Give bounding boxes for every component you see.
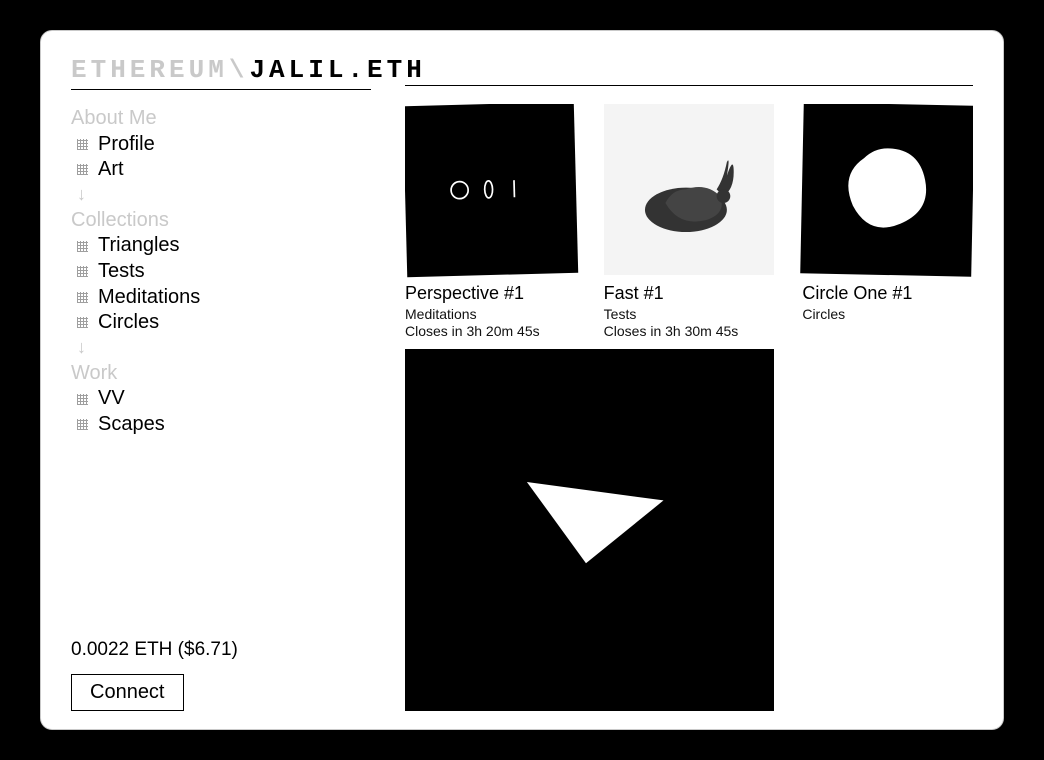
sidebar-item-label: Tests [98,259,145,285]
bullet-icon [77,241,88,252]
sidebar-item-label: Art [98,157,124,183]
sidebar-item-art[interactable]: Art [71,157,371,183]
gallery-card-triangle-one[interactable]: Triangle One #1 Triangles [405,349,774,711]
card-title: Perspective #1 [405,283,576,304]
sidebar-item-scapes[interactable]: Scapes [71,412,371,438]
bullet-icon [77,317,88,328]
artwork-triangle-icon [405,349,774,711]
card-collection: Meditations [405,306,576,322]
arrow-down-icon: ↓ [71,183,371,206]
sidebar-section-collections: Collections [71,208,371,234]
header-rule [405,85,973,86]
breadcrumb-separator: \ [229,55,249,85]
sidebar: About Me Profile Art ↓ Collections Trian… [71,104,371,711]
header: ETHEREUM \ JALIL.ETH [71,55,973,90]
artwork-ooi-icon [405,104,578,277]
card-title: Fast #1 [604,283,775,304]
connect-button[interactable]: Connect [71,674,184,711]
breadcrumb-name: JALIL.ETH [249,55,425,85]
sidebar-item-triangles[interactable]: Triangles [71,233,371,259]
sidebar-item-label: Profile [98,132,155,158]
artwork-thumb [604,104,775,275]
sidebar-item-label: Meditations [98,285,200,311]
bullet-icon [77,419,88,430]
card-meta: Closes in 3h 20m 45s [405,323,576,339]
bullet-icon [77,266,88,277]
sidebar-item-meditations[interactable]: Meditations [71,285,371,311]
breadcrumb-chain: ETHEREUM [71,55,228,85]
sidebar-item-circles[interactable]: Circles [71,310,371,336]
app-window: ETHEREUM \ JALIL.ETH About Me Profile Ar… [40,30,1004,730]
artwork-circle-icon [801,104,973,276]
artwork-thumb [801,104,973,276]
sidebar-item-vv[interactable]: VV [71,386,371,412]
gallery: Perspective #1 Meditations Closes in 3h … [405,104,973,711]
gallery-card-circle-one[interactable]: Circle One #1 Circles [802,104,973,322]
sidebar-section-work: Work [71,361,371,387]
bullet-icon [77,292,88,303]
sidebar-item-tests[interactable]: Tests [71,259,371,285]
wallet-balance: 0.0022 ETH ($6.71) [71,638,371,662]
arrow-down-icon: ↓ [71,336,371,359]
artwork-hare-icon [604,104,775,275]
artwork-thumb [405,349,774,711]
card-meta: Closes in 3h 30m 45s [604,323,775,339]
sidebar-item-label: Triangles [98,233,180,259]
gallery-card-fast[interactable]: Fast #1 Tests Closes in 3h 30m 45s [604,104,775,339]
bullet-icon [77,164,88,175]
bullet-icon [77,139,88,150]
sidebar-item-label: Circles [98,310,159,336]
card-collection: Tests [604,306,775,322]
card-title: Circle One #1 [802,283,973,304]
gallery-card-perspective[interactable]: Perspective #1 Meditations Closes in 3h … [405,104,576,339]
sidebar-section-about: About Me [71,106,371,132]
sidebar-item-label: Scapes [98,412,165,438]
artwork-thumb [405,104,578,277]
breadcrumb[interactable]: ETHEREUM \ JALIL.ETH [71,55,371,90]
sidebar-item-profile[interactable]: Profile [71,132,371,158]
card-collection: Circles [802,306,973,322]
sidebar-item-label: VV [98,386,125,412]
bullet-icon [77,394,88,405]
